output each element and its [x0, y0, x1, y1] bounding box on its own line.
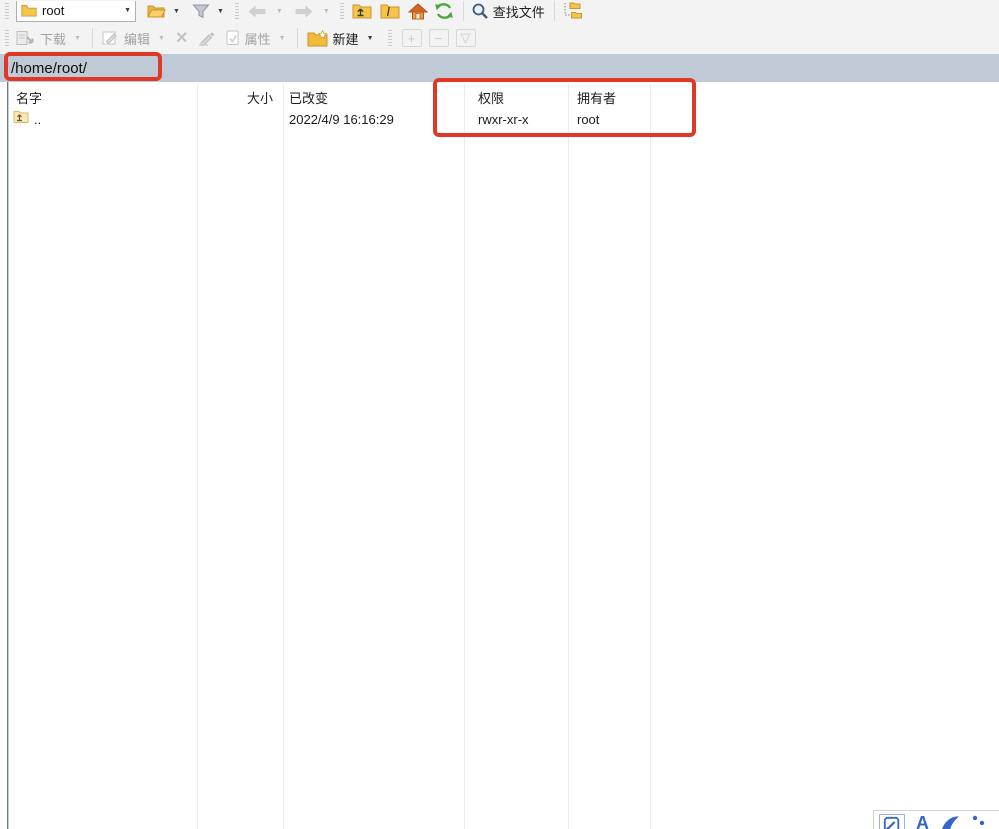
toolbar-separator: [554, 1, 555, 21]
toolbar-separator: [92, 28, 93, 48]
edit-button[interactable]: 编辑 ▼: [102, 29, 165, 48]
panel-border: [7, 82, 8, 829]
delete-button[interactable]: ×: [176, 28, 188, 48]
root-slash-glyph: /: [387, 5, 390, 19]
text-tool-button[interactable]: A: [916, 814, 929, 829]
new-label: 新建: [333, 29, 359, 48]
toolbar-main: root ▼ ▼ ▼ ▼ ▼: [0, 0, 999, 22]
find-files-label: 查找文件: [493, 2, 545, 21]
chevron-down-icon[interactable]: ▼: [323, 8, 330, 15]
red-highlight-box-rights-owner: [433, 78, 696, 137]
chevron-down-icon[interactable]: ▼: [217, 8, 224, 15]
column-separator[interactable]: [464, 84, 465, 829]
add-to-selection-button[interactable]: +: [402, 29, 422, 47]
home-directory-button[interactable]: [408, 3, 428, 20]
download-label: 下载: [40, 29, 66, 48]
chevron-down-icon[interactable]: ▼: [173, 8, 180, 15]
toolbar-separator: [463, 1, 464, 21]
back-arrow-icon: [247, 5, 267, 18]
filter-button[interactable]: ▼: [192, 4, 224, 19]
toolbar-grip[interactable]: [5, 30, 9, 46]
session-combo[interactable]: root ▼: [16, 1, 136, 22]
chevron-down-icon[interactable]: ▼: [158, 35, 165, 42]
column-header-name[interactable]: 名字: [16, 88, 42, 107]
chevron-down-icon[interactable]: ▼: [124, 7, 131, 14]
column-separator[interactable]: [568, 84, 569, 829]
rename-pencil-icon: [198, 30, 217, 46]
text-tool-icon: A: [916, 813, 929, 829]
new-button[interactable]: 新建 ▼: [307, 29, 374, 48]
mosaic-dots-icon: [971, 814, 987, 829]
minus-icon: −: [435, 31, 443, 46]
back-button[interactable]: ▼: [247, 5, 283, 18]
session-folder-icon: [21, 4, 37, 17]
properties-icon: [225, 30, 241, 46]
open-folder-icon: [146, 3, 166, 19]
chevron-down-icon[interactable]: ▼: [276, 8, 283, 15]
folder-tree-icon: [562, 2, 584, 20]
refresh-icon: [434, 2, 454, 20]
funnel-icon: [192, 4, 210, 19]
remote-file-panel: 名字 大小 已改变 权限 拥有者 .. 2022/4/9 16:16:29 rw…: [0, 82, 999, 829]
new-folder-icon: [307, 30, 329, 47]
rename-button[interactable]: [198, 30, 217, 46]
parent-folder-up-icon: [13, 110, 29, 124]
winscp-remote-panel-window: root ▼ ▼ ▼ ▼ ▼: [0, 0, 999, 829]
forward-arrow-icon: [294, 5, 314, 18]
edit-icon: [102, 30, 120, 46]
properties-label: 属性: [245, 29, 271, 48]
plus-icon: +: [408, 31, 416, 46]
refresh-button[interactable]: [434, 2, 454, 20]
brush-icon: [940, 814, 960, 829]
column-header-changed[interactable]: 已改变: [289, 88, 328, 107]
triangle-down-icon: ▽: [461, 30, 471, 46]
rectangle-tool-button[interactable]: [879, 814, 905, 829]
root-directory-button[interactable]: /: [380, 3, 400, 19]
parent-folder-icon: [352, 3, 372, 19]
home-icon: [408, 3, 428, 20]
column-separator[interactable]: [650, 84, 651, 829]
brush-tool-button[interactable]: [940, 814, 960, 829]
mosaic-tool-button[interactable]: [971, 814, 987, 829]
toolbar-grip[interactable]: [388, 30, 392, 46]
toolbar-grip[interactable]: [5, 3, 9, 19]
remove-from-selection-button[interactable]: −: [429, 29, 449, 47]
screenshot-annotation-toolbar: A: [873, 810, 999, 829]
toolbar-commands: 下载 ▼ 编辑 ▼ × 属性: [0, 22, 999, 54]
red-highlight-box-path: [4, 52, 162, 81]
toolbar-grip[interactable]: [340, 3, 344, 19]
delete-icon: ×: [176, 28, 188, 48]
chevron-down-icon[interactable]: ▼: [279, 35, 286, 42]
file-changed-cell[interactable]: 2022/4/9 16:16:29: [289, 112, 394, 127]
session-combo-value: root: [42, 3, 119, 18]
search-icon: [471, 2, 489, 20]
download-icon: [16, 30, 36, 47]
column-header-size[interactable]: 大小: [197, 88, 273, 107]
toolbar-separator: [297, 28, 298, 48]
forward-button[interactable]: ▼: [294, 5, 330, 18]
chevron-down-icon[interactable]: ▼: [74, 35, 81, 42]
column-separator[interactable]: [197, 84, 198, 829]
select-by-filter-button[interactable]: ▽: [456, 29, 476, 47]
directory-tree-button[interactable]: [562, 2, 584, 20]
parent-directory-button[interactable]: [352, 3, 372, 19]
toolbar-grip[interactable]: [235, 3, 239, 19]
chevron-down-icon[interactable]: ▼: [367, 35, 374, 42]
open-directory-button[interactable]: ▼: [146, 3, 180, 19]
find-files-button[interactable]: 查找文件: [471, 2, 545, 21]
file-name-cell[interactable]: ..: [34, 112, 41, 127]
properties-button[interactable]: 属性 ▼: [225, 29, 286, 48]
column-separator[interactable]: [283, 84, 284, 829]
download-button[interactable]: 下载 ▼: [16, 29, 81, 48]
edit-label: 编辑: [124, 29, 150, 48]
rectangle-pen-icon: [883, 816, 901, 829]
